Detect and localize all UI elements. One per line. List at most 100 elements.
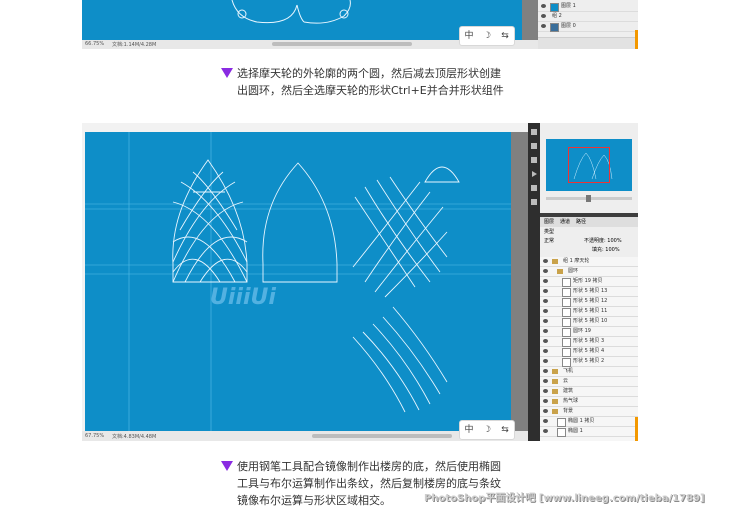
layer-name: 飞机 bbox=[563, 368, 574, 374]
layer-row[interactable]: 椭圆 1 bbox=[540, 427, 638, 437]
visibility-eye-icon[interactable] bbox=[543, 429, 548, 433]
fill-field[interactable]: 填充: 100% bbox=[592, 246, 620, 255]
layer-thumbnail bbox=[562, 338, 571, 347]
play-icon[interactable] bbox=[532, 171, 537, 177]
folder-icon bbox=[552, 369, 558, 374]
visibility-eye-icon[interactable] bbox=[543, 289, 548, 293]
canvas-logo: UiiiUi bbox=[210, 285, 276, 310]
tab-paths[interactable]: 路径 bbox=[576, 217, 586, 227]
visibility-eye-icon[interactable] bbox=[543, 369, 548, 373]
moon-icon[interactable]: ☽ bbox=[478, 421, 496, 439]
visibility-eye-icon[interactable] bbox=[543, 319, 548, 323]
doc-size: 文档:4.83M/4.48M bbox=[112, 434, 157, 440]
visibility-eye-icon[interactable] bbox=[543, 379, 548, 383]
visibility-eye-icon[interactable] bbox=[543, 329, 548, 333]
visibility-eye-icon[interactable] bbox=[543, 389, 548, 393]
layer-row[interactable]: 矩形 19 拷贝 bbox=[540, 277, 638, 287]
layer-name: 椭圆 1 拷贝 bbox=[568, 418, 595, 424]
switch-icon[interactable]: ⇆ bbox=[496, 27, 514, 45]
horizontal-ruler[interactable] bbox=[82, 123, 528, 138]
tool-icon[interactable] bbox=[531, 157, 537, 163]
visibility-eye-icon[interactable] bbox=[543, 339, 548, 343]
top-input-tray: 中 ☽ ⇆ bbox=[459, 26, 515, 46]
layer-row[interactable]: 形状 5 拷贝 12 bbox=[540, 297, 638, 307]
visibility-eye-icon[interactable] bbox=[541, 24, 546, 28]
switch-icon[interactable]: ⇆ bbox=[496, 421, 514, 439]
layer-name: 建筑 bbox=[563, 388, 574, 394]
navigator-panel bbox=[540, 123, 638, 213]
zoom-slider[interactable] bbox=[546, 195, 632, 202]
side-toolbar bbox=[528, 123, 540, 441]
layer-row[interactable]: 形状 5 拷贝 4 bbox=[540, 347, 638, 357]
layer-name: 矩形 19 拷贝 bbox=[573, 278, 603, 284]
blend-mode[interactable]: 正常 bbox=[544, 237, 554, 246]
navigator-preview[interactable] bbox=[546, 139, 632, 191]
layer-row[interactable]: 圆环 bbox=[540, 267, 638, 277]
tool-icon[interactable] bbox=[531, 143, 537, 149]
layer-thumbnail bbox=[562, 308, 571, 317]
ferris-wheel-outline-icon bbox=[231, 0, 351, 24]
caption-1: 选择摩天轮的外轮廓的两个圆，然后减去顶层形状创建 出圆环，然后全选摩天轮的形状C… bbox=[237, 65, 504, 99]
visibility-eye-icon[interactable] bbox=[543, 419, 548, 423]
layer-list: 组 1 摩天轮 圆环 矩形 19 拷贝 形状 5 拷贝 13 形状 5 拷贝 12 形状 … bbox=[540, 257, 638, 441]
visibility-eye-icon[interactable] bbox=[543, 259, 548, 263]
layer-name: 热气球 bbox=[563, 398, 579, 404]
moon-icon[interactable]: ☽ bbox=[478, 27, 496, 45]
layer-row[interactable]: 形状 5 拷贝 13 bbox=[540, 287, 638, 297]
visibility-eye-icon[interactable] bbox=[541, 4, 546, 8]
zoom-level[interactable]: 66.75% bbox=[85, 41, 104, 47]
ime-chinese-button[interactable]: 中 bbox=[460, 27, 478, 45]
building-shapes: UiiiUi bbox=[85, 132, 511, 431]
horizontal-scrollbar[interactable] bbox=[312, 434, 452, 438]
orange-scroll-marker bbox=[635, 417, 638, 441]
opacity-field[interactable]: 不透明度: 100% bbox=[584, 237, 622, 246]
layer-row[interactable]: 圆环 19 bbox=[540, 327, 638, 337]
bottom-canvas[interactable]: UiiiUi bbox=[85, 132, 511, 431]
tool-icon[interactable] bbox=[531, 199, 537, 205]
layer-row[interactable]: 图层 0 bbox=[538, 22, 638, 32]
horizontal-scrollbar[interactable] bbox=[272, 42, 412, 46]
zoom-level[interactable]: 67.75% bbox=[85, 433, 104, 439]
layer-row[interactable]: 云 bbox=[540, 377, 638, 387]
layer-row[interactable]: 组 1 摩天轮 bbox=[540, 257, 638, 267]
folder-icon bbox=[557, 269, 563, 274]
layer-row[interactable]: 形状 5 拷贝 11 bbox=[540, 307, 638, 317]
visibility-eye-icon[interactable] bbox=[541, 14, 546, 18]
ime-chinese-button[interactable]: 中 bbox=[460, 421, 478, 439]
visibility-eye-icon[interactable] bbox=[543, 269, 548, 273]
layer-thumbnail bbox=[562, 278, 571, 287]
layer-row[interactable]: 形状 5 拷贝 3 bbox=[540, 337, 638, 347]
panel-footer bbox=[538, 37, 638, 49]
layer-row[interactable]: 形状 5 拷贝 2 bbox=[540, 357, 638, 367]
layer-name: 形状 5 拷贝 3 bbox=[573, 338, 605, 344]
tool-icon[interactable] bbox=[531, 129, 537, 135]
layer-row[interactable]: 椭圆 1 拷贝 bbox=[540, 417, 638, 427]
kind-filter[interactable]: 类型 bbox=[544, 228, 554, 237]
layer-row[interactable]: 热气球 bbox=[540, 397, 638, 407]
visibility-eye-icon[interactable] bbox=[543, 299, 548, 303]
layer-thumbnail bbox=[550, 3, 559, 12]
layer-row[interactable]: 图层 1 bbox=[538, 2, 638, 12]
layer-thumbnail bbox=[562, 318, 571, 327]
layer-row[interactable]: 形状 5 拷贝 10 bbox=[540, 317, 638, 327]
layer-name: 形状 5 拷贝 4 bbox=[573, 348, 605, 354]
visibility-eye-icon[interactable] bbox=[543, 399, 548, 403]
visibility-eye-icon[interactable] bbox=[543, 309, 548, 313]
site-watermark: PhotoShop平面设计吧 [www.lineeg.com/tieba/178… bbox=[424, 493, 705, 504]
visibility-eye-icon[interactable] bbox=[543, 359, 548, 363]
folder-icon bbox=[552, 409, 558, 414]
layer-row[interactable]: 背景 bbox=[540, 407, 638, 417]
visibility-eye-icon[interactable] bbox=[543, 349, 548, 353]
layer-row[interactable]: 组 2 bbox=[538, 12, 638, 22]
zoom-slider-handle[interactable] bbox=[586, 195, 591, 202]
tool-icon[interactable] bbox=[531, 185, 537, 191]
tab-layers[interactable]: 图层 bbox=[544, 217, 554, 227]
visibility-eye-icon[interactable] bbox=[543, 409, 548, 413]
navigator-viewport[interactable] bbox=[568, 147, 610, 183]
layer-row[interactable]: 建筑 bbox=[540, 387, 638, 397]
visibility-eye-icon[interactable] bbox=[543, 279, 548, 283]
layer-thumbnail bbox=[562, 358, 571, 367]
tab-channels[interactable]: 通道 bbox=[560, 217, 570, 227]
layer-row[interactable]: 飞机 bbox=[540, 367, 638, 377]
top-canvas[interactable] bbox=[82, 0, 522, 40]
